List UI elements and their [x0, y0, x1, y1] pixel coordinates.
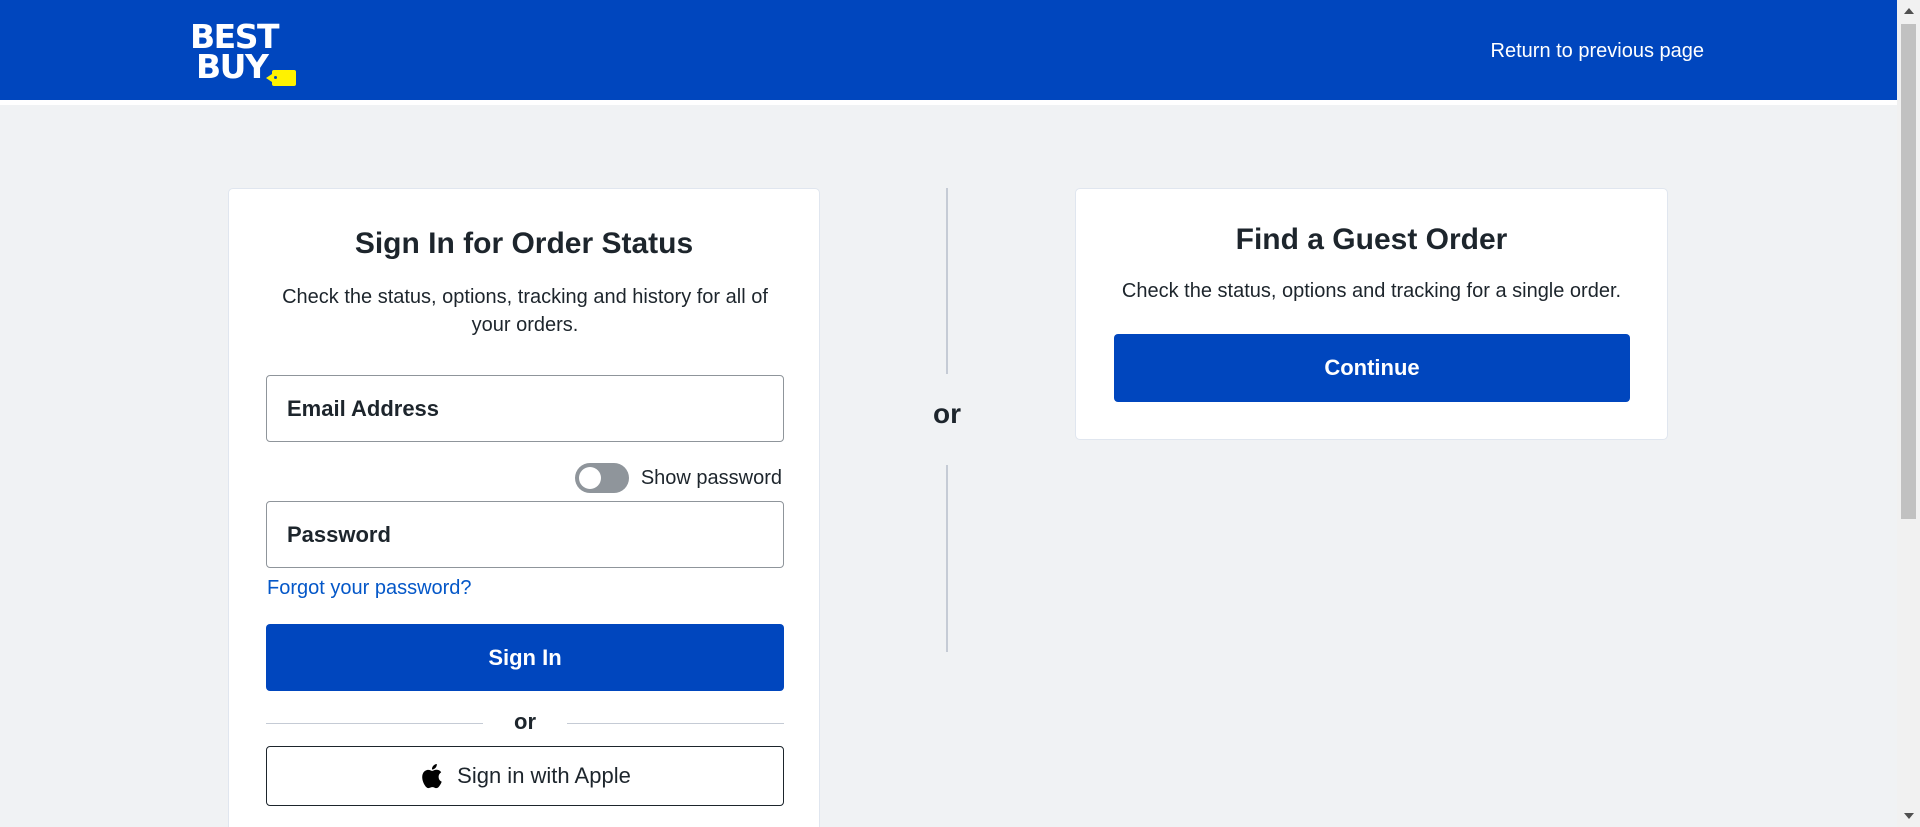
show-password-label: Show password	[640, 466, 782, 489]
price-tag-icon	[266, 70, 296, 86]
continue-button[interactable]: Continue	[1114, 334, 1630, 402]
guest-order-description: Check the status, options and tracking f…	[1121, 280, 1622, 302]
page: BEST BUY Return to previous page Sign In…	[0, 0, 1920, 827]
guest-order-card: Find a Guest Order Check the status, opt…	[1075, 188, 1668, 440]
guest-order-title: Find a Guest Order	[1235, 223, 1508, 256]
center-or-text: or	[933, 398, 961, 429]
best-buy-logo[interactable]: BEST BUY	[190, 20, 302, 86]
logo-line-2: BUY	[196, 47, 269, 86]
site-header: BEST BUY Return to previous page	[0, 0, 1897, 105]
apple-button-label: Sign in with Apple	[457, 763, 631, 788]
show-password-toggle[interactable]	[574, 463, 629, 493]
sign-in-button[interactable]: Sign In	[266, 624, 784, 691]
signin-title: Sign In for Order Status	[354, 227, 694, 260]
show-password-row: Show password	[574, 462, 782, 494]
scroll-up-arrow-icon[interactable]	[1904, 8, 1914, 14]
scroll-down-arrow-icon[interactable]	[1904, 813, 1914, 819]
signin-or-divider: or	[266, 707, 784, 739]
signin-card: Sign In for Order Status Check the statu…	[228, 188, 820, 827]
logo-wordmark: BEST BUY	[190, 20, 279, 86]
forgot-password-link[interactable]: Forgot your password?	[267, 577, 472, 600]
signin-description: Check the status, options, tracking and …	[282, 286, 768, 336]
signin-or-text: or	[514, 709, 536, 734]
scrollbar-thumb[interactable]	[1901, 24, 1916, 519]
email-field[interactable]	[266, 375, 784, 442]
vertical-divider-bottom	[946, 465, 948, 652]
divider-line-right	[567, 723, 784, 724]
password-field[interactable]	[266, 501, 784, 568]
toggle-knob	[578, 467, 601, 489]
vertical-scrollbar[interactable]	[1897, 0, 1920, 827]
return-to-previous-page-link[interactable]: Return to previous page	[1491, 40, 1704, 63]
apple-logo-icon	[422, 764, 442, 789]
vertical-divider-top	[946, 188, 948, 374]
sign-in-with-apple-button[interactable]: Sign in with Apple	[266, 746, 784, 806]
